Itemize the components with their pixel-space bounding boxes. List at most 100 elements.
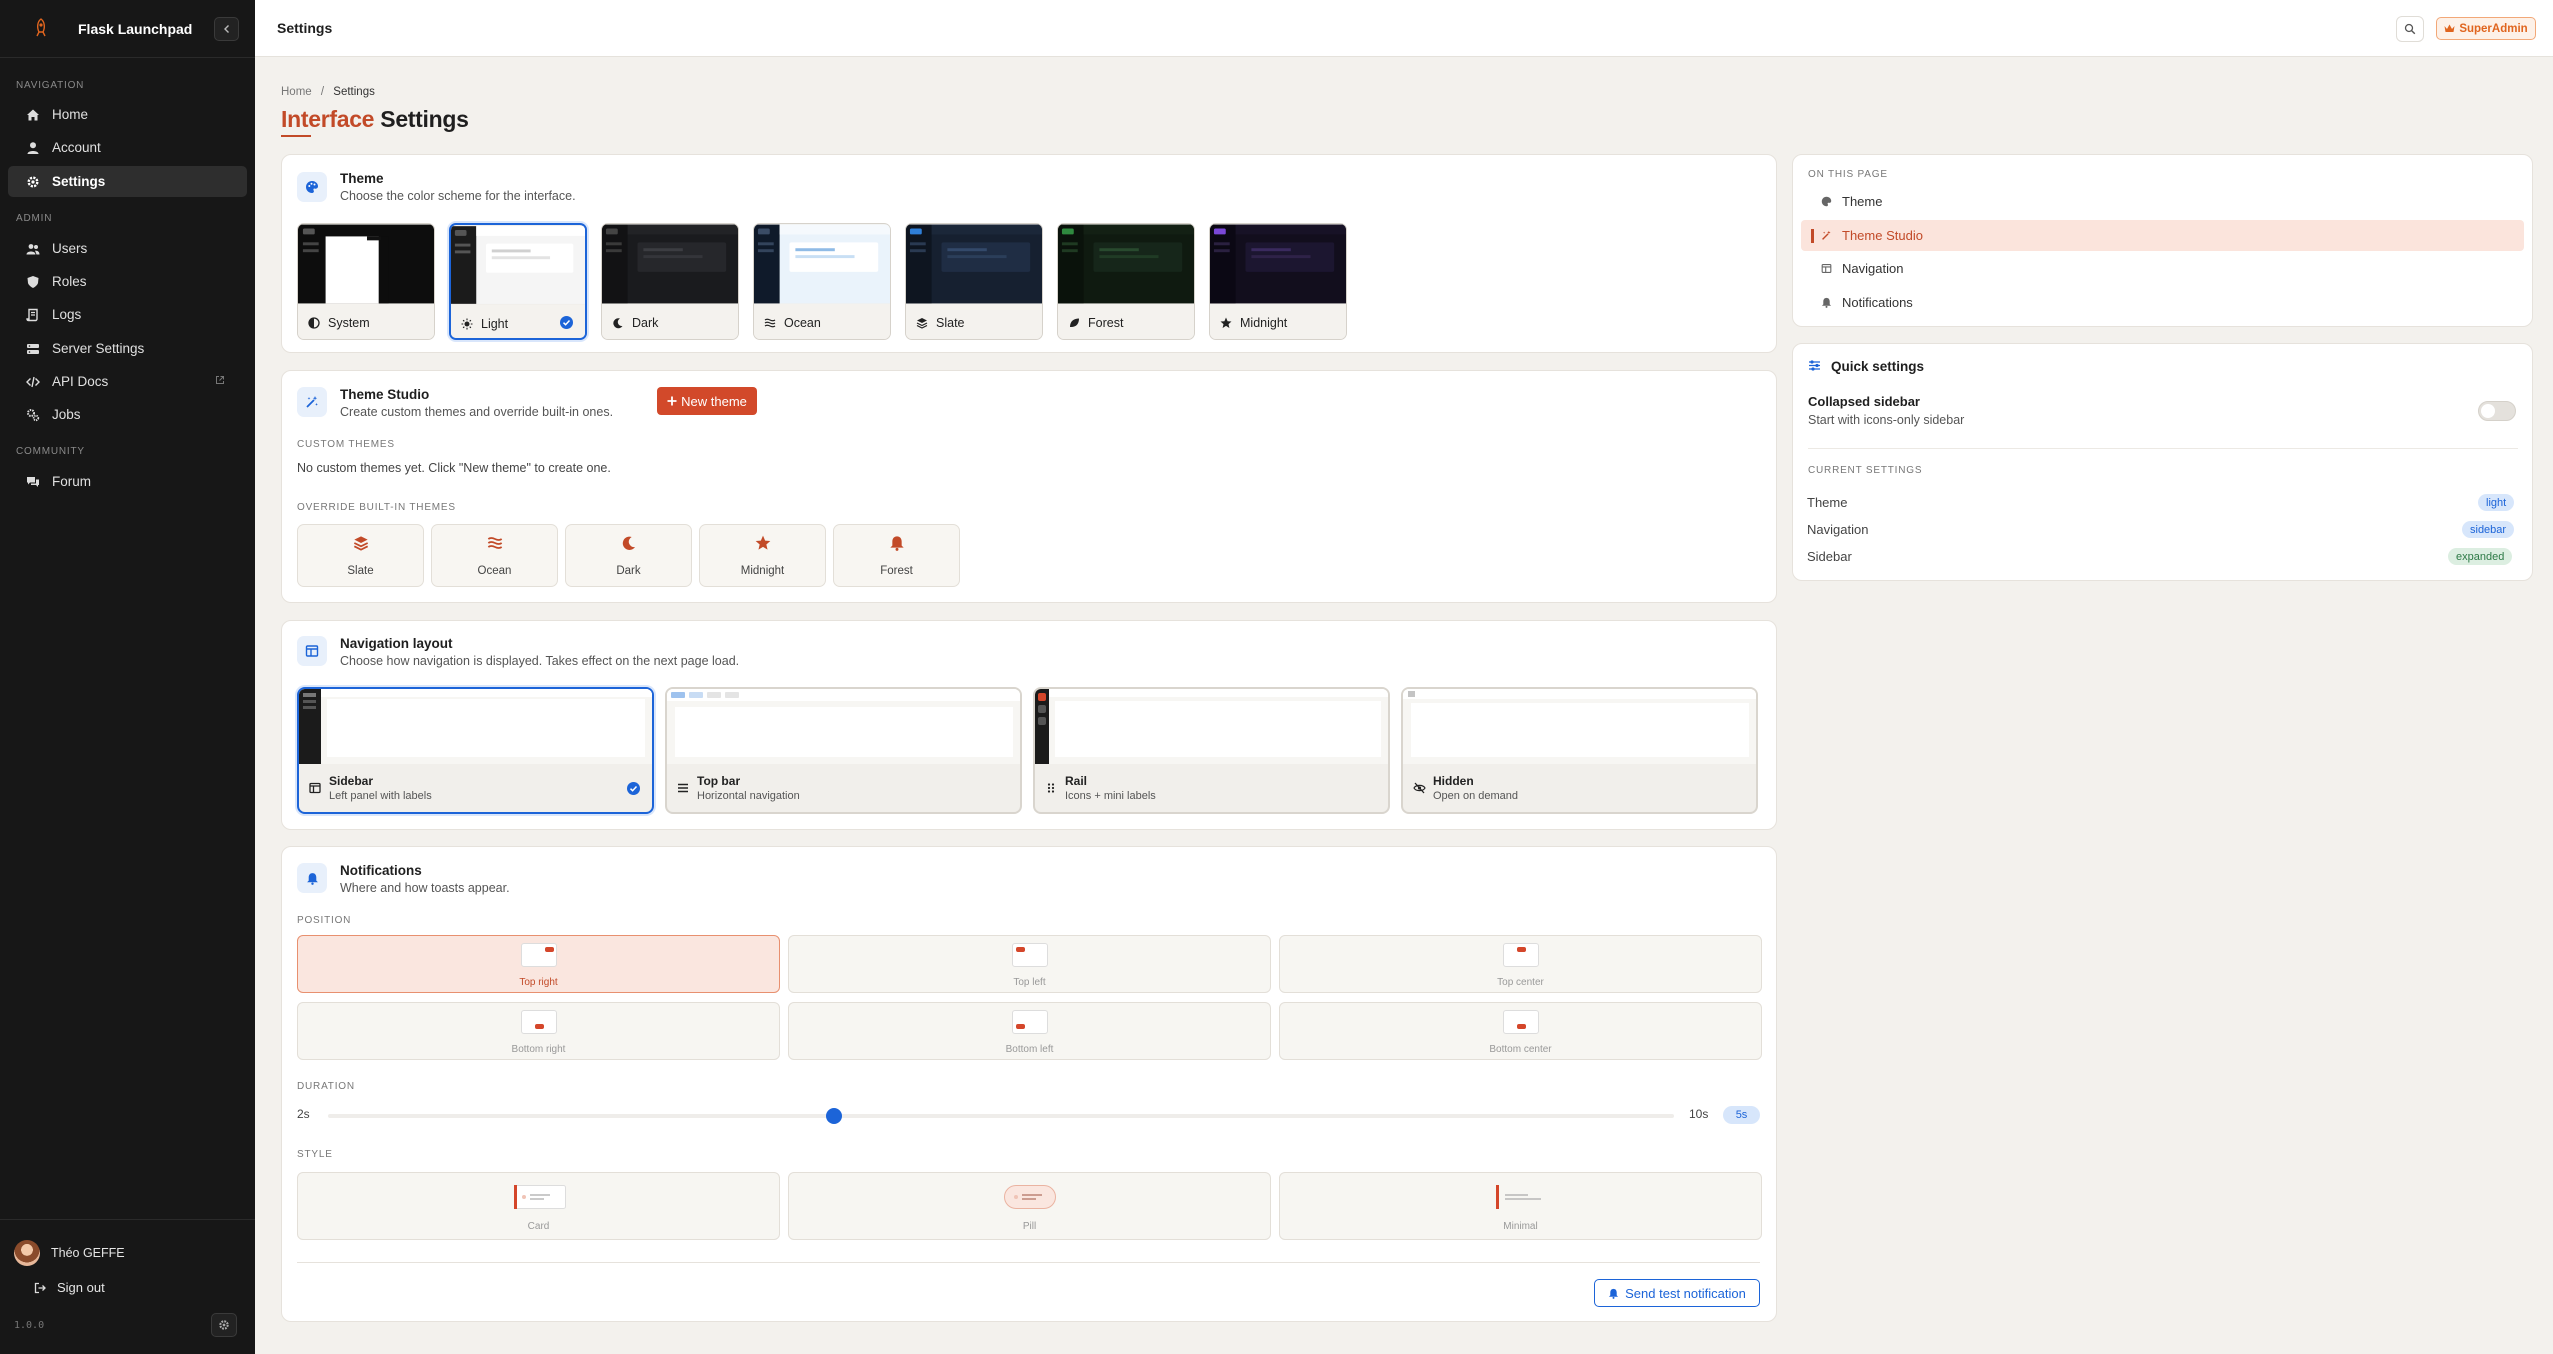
override-label: Dark	[616, 565, 641, 577]
sidebar-item-api-docs[interactable]: API Docs	[8, 366, 247, 397]
sidebar-item-label: Users	[52, 241, 88, 256]
override-theme-ocean[interactable]: Ocean	[431, 524, 558, 587]
collapse-sidebar-button[interactable]	[214, 17, 239, 41]
position-bottom-right[interactable]: Bottom right	[297, 1002, 780, 1060]
notifications-divider	[297, 1262, 1760, 1263]
search-button[interactable]	[2396, 16, 2424, 42]
theme-option-system[interactable]: System	[297, 223, 435, 340]
comments-icon	[27, 476, 39, 487]
new-theme-label: New theme	[681, 393, 747, 409]
sidebar-item-forum[interactable]: Forum	[8, 466, 247, 497]
sidebar-item-home[interactable]: Home	[8, 99, 247, 130]
theme-card: Theme Choose the color scheme for the in…	[281, 154, 1777, 353]
theme-option-dark[interactable]: Dark	[601, 223, 739, 340]
theme-option-label: Midnight	[1240, 315, 1288, 330]
custom-themes-empty: No custom themes yet. Click "New theme" …	[297, 461, 611, 475]
layout-option-title: Rail	[1065, 774, 1088, 788]
sidebar-item-label: Account	[52, 140, 101, 155]
search-icon	[2404, 23, 2416, 35]
sidebar-item-jobs[interactable]: Jobs	[8, 399, 247, 430]
new-theme-button[interactable]: New theme	[657, 387, 757, 415]
style-option-card[interactable]: Card	[297, 1172, 780, 1240]
theme-studio-subtitle: Create custom themes and override built-…	[340, 405, 614, 419]
style-option-label: Minimal	[1503, 1221, 1538, 1232]
position-top-center[interactable]: Top center	[1279, 935, 1762, 993]
toc-item-navigation[interactable]: Navigation	[1801, 253, 2524, 284]
navigation-icon-box	[297, 636, 327, 666]
layout-icon	[305, 645, 319, 657]
sidebar-item-users[interactable]: Users	[8, 233, 247, 264]
override-theme-dark[interactable]: Dark	[565, 524, 692, 587]
sidebar-item-account[interactable]: Account	[8, 132, 247, 163]
style-option-pill[interactable]: Pill	[788, 1172, 1271, 1240]
eye-slash-icon	[1413, 782, 1426, 794]
theme-option-forest[interactable]: Forest	[1057, 223, 1195, 340]
position-top-left[interactable]: Top left	[788, 935, 1271, 993]
theme-option-light[interactable]: Light	[449, 223, 587, 340]
notifications-icon-box	[297, 863, 327, 893]
override-label: Forest	[880, 565, 913, 577]
toc-item-theme[interactable]: Theme	[1801, 186, 2524, 217]
external-link-icon	[216, 376, 224, 384]
bell-icon	[1821, 297, 1832, 308]
sidebar-settings-button[interactable]	[211, 1313, 237, 1337]
palette-icon	[306, 181, 318, 193]
style-label: STYLE	[297, 1149, 333, 1160]
override-theme-forest[interactable]: Forest	[833, 524, 960, 587]
water-icon	[764, 318, 776, 327]
half-circle-icon	[308, 316, 320, 329]
send-test-notification-button[interactable]: Send test notification	[1594, 1279, 1760, 1307]
collapsed-sidebar-toggle[interactable]	[2478, 401, 2516, 421]
toc-item-notifications[interactable]: Notifications	[1801, 287, 2524, 318]
override-label: Ocean	[477, 565, 512, 577]
theme-studio-title: Theme Studio	[340, 387, 430, 402]
layout-option-subtitle: Open on demand	[1433, 790, 1519, 802]
theme-option-ocean[interactable]: Ocean	[753, 223, 891, 340]
override-theme-slate[interactable]: Slate	[297, 524, 424, 587]
gear-icon	[27, 175, 39, 188]
app-name: Flask Launchpad	[78, 21, 193, 37]
layout-option-top-bar[interactable]: Top bar Horizontal navigation	[665, 687, 1022, 814]
current-setting-key: Theme	[1807, 495, 1848, 510]
toc-label: ON THIS PAGE	[1808, 169, 1888, 180]
theme-option-slate[interactable]: Slate	[905, 223, 1043, 340]
sun-icon	[461, 318, 473, 329]
sidebar-item-server-settings[interactable]: Server Settings	[8, 333, 247, 364]
send-test-label: Send test notification	[1625, 1285, 1746, 1301]
leaf-icon	[1070, 318, 1079, 327]
toc-item-theme-studio[interactable]: Theme Studio	[1801, 220, 2524, 251]
pill-style-preview	[1004, 1185, 1056, 1209]
position-preview	[1012, 943, 1048, 967]
sidebar-item-logs[interactable]: Logs	[8, 299, 247, 330]
position-bottom-center[interactable]: Bottom center	[1279, 1002, 1762, 1060]
role-badge[interactable]: SuperAdmin	[2436, 17, 2536, 40]
user-profile[interactable]: Théo GEFFE	[14, 1240, 125, 1266]
page-header-title: Settings	[277, 20, 333, 36]
override-theme-midnight[interactable]: Midnight	[699, 524, 826, 587]
theme-option-midnight[interactable]: Midnight	[1209, 223, 1347, 340]
layout-option-rail[interactable]: Rail Icons + mini labels	[1033, 687, 1390, 814]
current-setting-value-navigation: sidebar	[2462, 521, 2515, 538]
duration-slider-thumb[interactable]	[826, 1108, 842, 1124]
sidebar-item-settings[interactable]: Settings	[8, 166, 247, 197]
position-bottom-left[interactable]: Bottom left	[788, 1002, 1271, 1060]
grip-icon	[1047, 783, 1055, 793]
position-top-right[interactable]: Top right	[297, 935, 780, 993]
card-style-preview	[514, 1185, 566, 1209]
position-preview	[1503, 1010, 1539, 1034]
breadcrumb-home[interactable]: Home	[281, 86, 312, 98]
server-icon	[27, 343, 39, 354]
style-option-label: Card	[527, 1221, 550, 1232]
style-option-minimal[interactable]: Minimal	[1279, 1172, 1762, 1240]
layout-option-hidden[interactable]: Hidden Open on demand	[1401, 687, 1758, 814]
home-icon	[27, 109, 39, 120]
position-option-label: Bottom center	[1489, 1044, 1552, 1055]
check-circle-icon	[560, 316, 573, 329]
duration-slider-track[interactable]	[328, 1114, 1674, 1118]
toc-item-label: Navigation	[1842, 261, 1904, 276]
sidebar-item-roles[interactable]: Roles	[8, 266, 247, 297]
position-preview	[1503, 943, 1539, 967]
style-option-label: Pill	[1022, 1221, 1037, 1232]
sign-out-link[interactable]: Sign out	[34, 1280, 105, 1295]
layout-option-sidebar[interactable]: Sidebar Left panel with labels	[297, 687, 654, 814]
